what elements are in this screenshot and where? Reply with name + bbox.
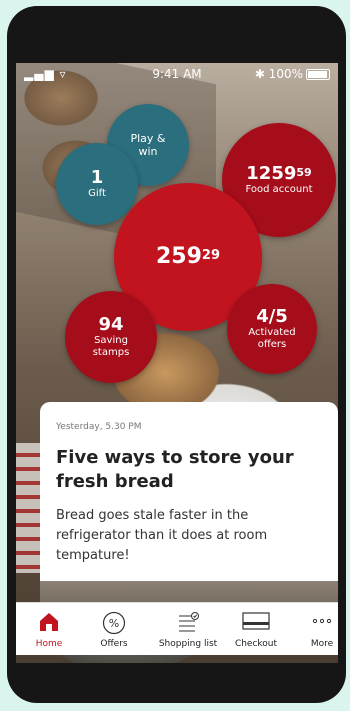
offers-count: 4/5 — [256, 306, 288, 327]
phone-frame: ▂▄▆ ▿ 9:41 AM ✱ 100% Play & win 1 Gift 1… — [7, 6, 346, 703]
article-body: Bread goes stale faster in the refrigera… — [56, 508, 268, 563]
tab-home-label: Home — [35, 639, 63, 649]
article-card[interactable]: Yesterday, 5.30 PM Five ways to store yo… — [40, 402, 338, 588]
tab-shopping-list-label: Shopping list — [158, 639, 218, 649]
food-account-main: 1259 — [246, 163, 297, 184]
activated-offers-bubble[interactable]: 4/5 Activated offers — [227, 284, 317, 374]
food-account-value: 125959 — [246, 164, 311, 184]
tab-offers[interactable]: % Offers — [82, 603, 146, 655]
food-account-cents: 59 — [296, 166, 312, 179]
article-title: Five ways to store your fresh bread — [56, 447, 294, 492]
tab-home[interactable]: Home — [17, 603, 81, 655]
balance-cents: 29 — [201, 248, 221, 263]
percent-icon: % — [102, 611, 126, 635]
tab-more[interactable]: More — [290, 603, 346, 655]
svg-text:%: % — [109, 617, 119, 630]
tab-shopping-list[interactable]: Shopping list — [150, 603, 226, 655]
balance-main: 259 — [155, 244, 202, 269]
play-win-label: Play & win — [130, 132, 166, 158]
status-bar: ▂▄▆ ▿ 9:41 AM ✱ 100% — [16, 63, 338, 85]
saving-stamps-bubble[interactable]: 94 Saving stamps — [65, 291, 157, 383]
list-icon — [179, 612, 199, 632]
tab-checkout-label: Checkout — [234, 639, 278, 649]
gift-count: 1 — [90, 167, 104, 188]
food-account-label: Food account — [245, 184, 313, 195]
tab-more-label: More — [310, 639, 334, 649]
balance-value: 25929 — [155, 244, 221, 269]
home-icon — [40, 613, 58, 631]
stamps-count: 94 — [98, 314, 124, 335]
tab-bar: Home % Offers Shopping list Checkout Mor… — [16, 602, 338, 655]
battery-text: ✱ 100% — [254, 67, 303, 81]
offers-label: Activated offers — [248, 327, 296, 350]
tab-checkout[interactable]: Checkout — [224, 603, 288, 655]
stamps-label: Saving stamps — [92, 335, 130, 358]
gift-label: Gift — [88, 188, 106, 199]
app-screen: ▂▄▆ ▿ 9:41 AM ✱ 100% Play & win 1 Gift 1… — [16, 63, 338, 663]
article-timestamp: Yesterday, 5.30 PM — [56, 422, 142, 432]
tab-offers-label: Offers — [100, 639, 128, 649]
gift-bubble[interactable]: 1 Gift — [56, 143, 138, 225]
battery-icon — [306, 69, 330, 80]
card-icon — [242, 612, 270, 630]
more-icon — [312, 618, 332, 624]
battery-status: ✱ 100% — [255, 67, 330, 81]
